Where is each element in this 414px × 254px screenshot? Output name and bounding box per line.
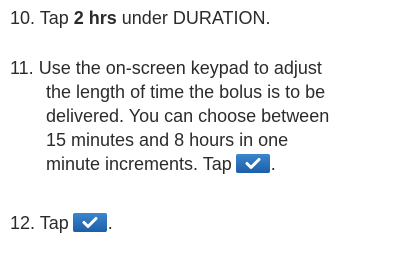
checkmark-icon <box>235 154 270 173</box>
step-text: Tap <box>39 8 74 28</box>
step-12: 12. Tap. <box>10 211 113 235</box>
step-number: 11. <box>10 58 34 78</box>
duration-value: 2 hrs <box>73 8 117 28</box>
step-number: 10. <box>10 8 36 28</box>
step-number: 12. <box>10 213 36 233</box>
instruction-page: 10. Tap 2 hrs under DURATION. 11. Use th… <box>0 0 414 254</box>
step-line: 15 minutes and 8 hours in one <box>46 130 289 150</box>
step-line: delivered. You can choose between <box>46 106 330 126</box>
step-text: under DURATION. <box>116 8 271 28</box>
step-line: the length of time the bolus is to be <box>46 82 326 102</box>
step-line: Use the on-screen keypad to adjust <box>38 58 322 78</box>
step-11: 11. Use the on-screen keypad to adjust t… <box>10 56 329 176</box>
checkmark-icon <box>72 213 107 232</box>
step-suffix: . <box>107 213 113 233</box>
step-line: minute increments. Tap <box>46 154 232 174</box>
step-10: 10. Tap 2 hrs under DURATION. <box>10 6 270 30</box>
step-suffix: . <box>270 154 276 174</box>
step-text: Tap <box>39 213 69 233</box>
